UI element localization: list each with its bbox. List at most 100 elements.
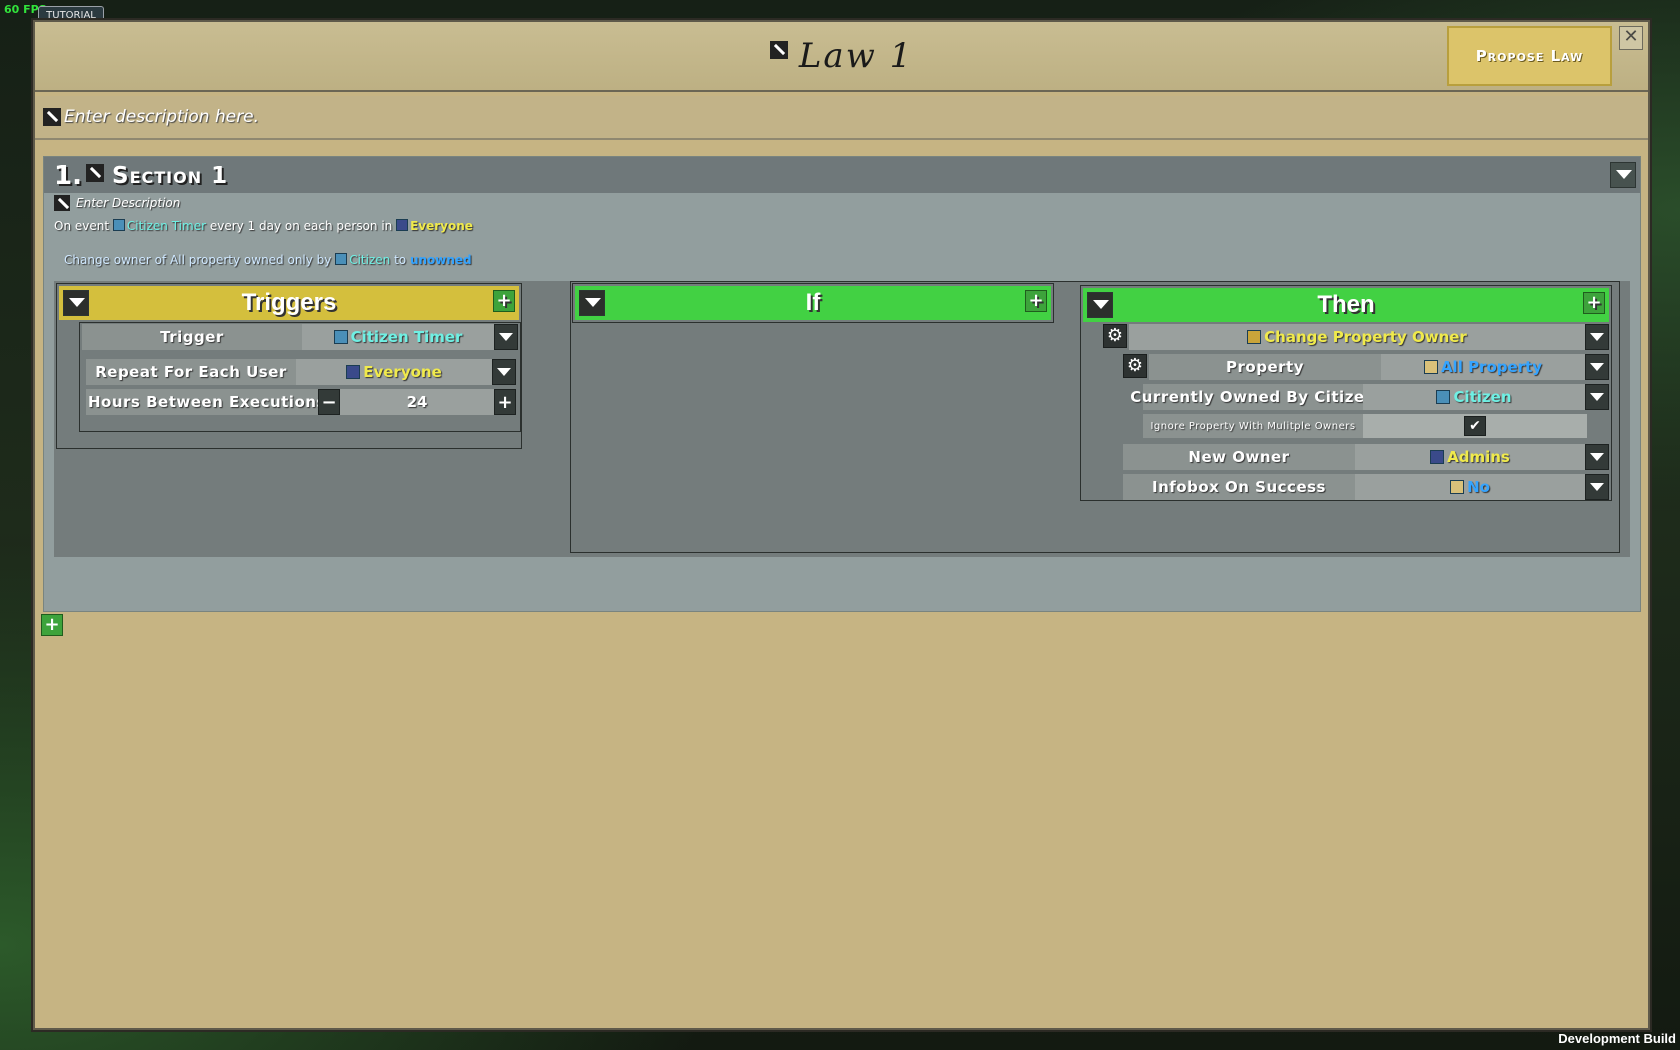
chevron-down-icon[interactable] bbox=[579, 290, 605, 316]
pencil-icon[interactable] bbox=[54, 195, 70, 211]
law-description-bar[interactable]: Enter description here. bbox=[35, 96, 1648, 140]
summary-text: On event bbox=[54, 219, 113, 233]
close-icon[interactable]: ✕ bbox=[1619, 26, 1643, 50]
pencil-icon[interactable] bbox=[769, 41, 788, 59]
ignore-multiple-owners-row: Ignore Property With Mulitple Owners ✔ bbox=[1143, 414, 1587, 438]
property-value[interactable]: All Property bbox=[1381, 354, 1585, 380]
if-header: If + bbox=[575, 286, 1051, 320]
group-icon bbox=[1430, 450, 1445, 464]
deed-icon bbox=[1247, 330, 1262, 344]
value-text: No bbox=[1467, 478, 1490, 496]
section-description-row[interactable]: Enter Description bbox=[54, 195, 180, 211]
property-row: Property All Property bbox=[1149, 354, 1609, 380]
value-text: Citizen Timer bbox=[350, 328, 463, 346]
row-label: Property bbox=[1149, 354, 1381, 380]
infobox-row: Infobox On Success No bbox=[1123, 474, 1609, 500]
checkbox-cell: ✔ bbox=[1363, 414, 1587, 438]
hours-value[interactable]: 24 bbox=[340, 389, 494, 415]
row-label: Trigger bbox=[82, 324, 302, 350]
infobox-icon bbox=[1450, 480, 1465, 494]
citizen-icon bbox=[333, 330, 348, 344]
add-condition-button[interactable]: + bbox=[1025, 290, 1047, 312]
then-title: Then bbox=[1317, 291, 1375, 318]
value-text: Citizen bbox=[1453, 388, 1512, 406]
summary-text: Change owner of All property owned only … bbox=[64, 253, 336, 267]
summary-text: every 1 day on each person in bbox=[206, 219, 397, 233]
section-panel: 1. Section 1 Enter Description On event … bbox=[43, 156, 1641, 612]
section-number: 1. bbox=[54, 161, 82, 191]
owned-by-row: Currently Owned By Citizen Citizen bbox=[1130, 384, 1609, 410]
row-label: Repeat For Each User bbox=[86, 359, 296, 385]
chevron-down-icon[interactable] bbox=[1087, 292, 1113, 318]
if-column: If + bbox=[572, 283, 1054, 323]
section-header: 1. Section 1 bbox=[44, 157, 1640, 193]
group-icon bbox=[396, 219, 409, 231]
action-row: Change Property Owner bbox=[1129, 324, 1609, 350]
law-title[interactable]: Law 1 bbox=[799, 36, 913, 76]
row-label: Ignore Property With Mulitple Owners bbox=[1143, 414, 1363, 438]
triggers-title: Triggers bbox=[241, 289, 337, 316]
value-text: Everyone bbox=[363, 363, 442, 381]
hours-row: Hours Between Executions − 24 + bbox=[86, 389, 516, 415]
trigger-block: Trigger Citizen Timer Repeat For Each Us… bbox=[79, 322, 521, 432]
event-summary: On event Citizen Timer every 1 day on ea… bbox=[54, 219, 473, 233]
infobox-value[interactable]: No bbox=[1355, 474, 1585, 500]
if-title: If bbox=[805, 289, 821, 316]
chevron-down-icon[interactable] bbox=[63, 290, 89, 316]
row-label: Infobox On Success bbox=[1123, 474, 1355, 500]
chevron-down-icon[interactable] bbox=[494, 324, 518, 350]
deed-icon bbox=[1423, 360, 1438, 374]
group-icon bbox=[346, 365, 361, 379]
value-text: All Property bbox=[1440, 358, 1543, 376]
event-name[interactable]: Citizen Timer bbox=[127, 219, 206, 233]
gear-icon[interactable]: ⚙ bbox=[1103, 324, 1127, 348]
action-summary: Change owner of All property owned only … bbox=[64, 253, 472, 267]
row-label: Hours Between Executions bbox=[86, 389, 325, 415]
repeat-row: Repeat For Each User Everyone bbox=[86, 359, 516, 385]
pencil-icon[interactable] bbox=[86, 164, 104, 182]
title-bar: Law 1 Propose Law ✕ bbox=[35, 22, 1648, 92]
repeat-value[interactable]: Everyone bbox=[296, 359, 492, 385]
triggers-column: Triggers + Trigger Citizen Timer Repeat … bbox=[56, 283, 522, 449]
add-action-button[interactable]: + bbox=[1583, 292, 1605, 314]
propose-law-button[interactable]: Propose Law bbox=[1447, 26, 1612, 86]
law-window: Law 1 Propose Law ✕ Enter description he… bbox=[33, 20, 1650, 1030]
law-description[interactable]: Enter description here. bbox=[64, 107, 259, 127]
chevron-down-icon[interactable] bbox=[1585, 474, 1609, 500]
chevron-down-icon[interactable] bbox=[492, 359, 516, 385]
group-name[interactable]: Everyone bbox=[410, 219, 473, 233]
chevron-down-icon[interactable] bbox=[1585, 324, 1609, 350]
add-trigger-button[interactable]: + bbox=[493, 290, 515, 312]
chevron-down-icon[interactable] bbox=[1585, 444, 1609, 470]
trigger-row: Trigger Citizen Timer bbox=[82, 324, 518, 350]
ignore-multiple-owners-checkbox[interactable]: ✔ bbox=[1464, 416, 1486, 436]
summary-text: to bbox=[390, 253, 410, 267]
new-owner-row: New Owner Admins bbox=[1123, 444, 1609, 470]
clauses-area: Triggers + Trigger Citizen Timer Repeat … bbox=[54, 281, 1630, 557]
value-text: Admins bbox=[1447, 448, 1510, 466]
row-label: Currently Owned By Citizen bbox=[1130, 384, 1375, 410]
plus-icon[interactable]: + bbox=[494, 389, 516, 415]
citizen-icon bbox=[1436, 390, 1451, 404]
chevron-down-icon[interactable] bbox=[1610, 162, 1636, 188]
citizen-name[interactable]: Citizen bbox=[349, 253, 390, 267]
action-value[interactable]: Change Property Owner bbox=[1129, 324, 1585, 350]
minus-icon[interactable]: − bbox=[318, 389, 340, 415]
value-text: Change Property Owner bbox=[1264, 328, 1467, 346]
section-description[interactable]: Enter Description bbox=[76, 196, 180, 210]
pencil-icon[interactable] bbox=[43, 108, 61, 126]
citizen-icon bbox=[335, 253, 348, 265]
gear-icon[interactable]: ⚙ bbox=[1123, 354, 1147, 378]
target-owner[interactable]: unowned bbox=[410, 253, 472, 267]
then-column: Then + ⚙ Change Property Owner ⚙ Propert… bbox=[1080, 285, 1612, 501]
row-label: New Owner bbox=[1123, 444, 1355, 470]
trigger-value[interactable]: Citizen Timer bbox=[302, 324, 494, 350]
development-build-label: Development Build bbox=[1558, 1031, 1676, 1046]
section-title[interactable]: Section 1 bbox=[112, 163, 228, 189]
new-owner-value[interactable]: Admins bbox=[1355, 444, 1585, 470]
owned-by-value[interactable]: Citizen bbox=[1363, 384, 1585, 410]
add-section-button[interactable]: + bbox=[41, 614, 63, 636]
chevron-down-icon[interactable] bbox=[1585, 354, 1609, 380]
triggers-header: Triggers + bbox=[59, 286, 519, 320]
chevron-down-icon[interactable] bbox=[1585, 384, 1609, 410]
